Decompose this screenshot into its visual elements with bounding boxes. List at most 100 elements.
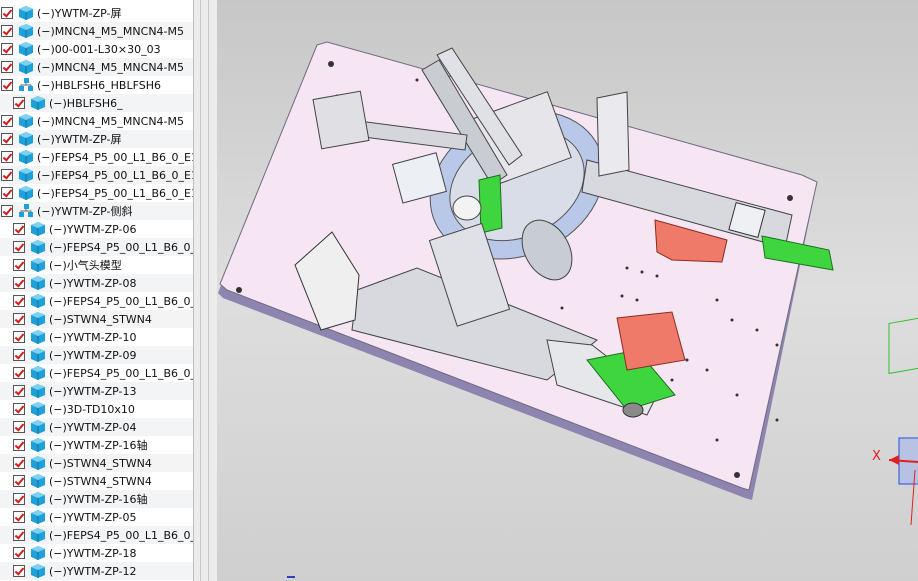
tree-item[interactable]: (−)HBLFSH6_ — [0, 94, 193, 112]
tree-item[interactable]: (−)STWN4_STWN4 — [0, 454, 193, 472]
part-cube-icon — [31, 276, 45, 290]
tree-scroll-splitter[interactable] — [193, 0, 219, 581]
3d-viewport[interactable]: X — [217, 0, 918, 581]
tree-item-label: (−)FEPS4_P5_00_L1_B6_0_E1 — [49, 366, 193, 380]
tree-item[interactable]: (−)YWTM-ZP-16轴 — [0, 490, 193, 508]
tree-item-label: (−)YWTM-ZP-06 — [49, 222, 137, 236]
tree-item[interactable]: (−)YWTM-ZP-10 — [0, 328, 193, 346]
visibility-checkbox[interactable] — [13, 223, 25, 235]
tree-item[interactable]: (−)YWTM-ZP-12 — [0, 562, 193, 580]
tree-item-label: (−)YWTM-ZP-18 — [49, 546, 137, 560]
visibility-checkbox[interactable] — [13, 259, 25, 271]
part-cube-icon — [19, 114, 33, 128]
assembly-icon — [19, 204, 33, 217]
tree-item[interactable]: (−)FEPS4_P5_00_L1_B6_0_E1 — [0, 364, 193, 382]
tree-item[interactable]: (−)YWTM-ZP-04 — [0, 418, 193, 436]
tree-item-label: (−)MNCN4_M5_MNCN4-M5 — [37, 60, 185, 74]
part-cube-icon — [31, 312, 45, 326]
tree-item[interactable]: (−)YWTM-ZP-06 — [0, 220, 193, 238]
part-cube-icon — [31, 348, 45, 362]
visibility-checkbox[interactable] — [13, 493, 25, 505]
visibility-checkbox[interactable] — [1, 115, 13, 127]
tree-item[interactable]: (−)FEPS4_P5_00_L1_B6_0_E1 — [0, 526, 193, 544]
visibility-checkbox[interactable] — [13, 475, 25, 487]
tree-item-label: (−)MNCN4_M5_MNCN4-M5 — [37, 24, 185, 38]
tree-item-label: (−)YWTM-ZP-08 — [49, 276, 137, 290]
visibility-checkbox[interactable] — [1, 187, 13, 199]
tree-item[interactable]: (−)YWTM-ZP-09 — [0, 346, 193, 364]
part-cube-icon — [19, 168, 33, 182]
tree-item[interactable]: (−)YWTM-ZP-08 — [0, 274, 193, 292]
tree-item[interactable]: (−)MNCN4_M5_MNCN4-M5 — [0, 58, 193, 76]
visibility-checkbox[interactable] — [13, 565, 25, 577]
visibility-checkbox[interactable] — [1, 25, 13, 37]
visibility-checkbox[interactable] — [13, 97, 25, 109]
visibility-checkbox[interactable] — [1, 169, 13, 181]
viewport-indicator — [287, 576, 295, 578]
visibility-checkbox[interactable] — [1, 205, 13, 217]
visibility-checkbox[interactable] — [1, 133, 13, 145]
tree-item-label: (−)YWTM-ZP-04 — [49, 420, 137, 434]
tree-item[interactable]: (−)FEPS4_P5_00_L1_B6_0_E1 — [0, 238, 193, 256]
tree-item-label: (−)FEPS4_P5_00_L1_B6_0_E1 — [49, 528, 193, 542]
triad-x-label: X — [872, 449, 881, 464]
tree-item[interactable]: (−)YWTM-ZP-18 — [0, 544, 193, 562]
part-cube-icon — [31, 402, 45, 416]
tree-item[interactable]: (−)FEPS4_P5_00_L1_B6_0_E1 — [0, 292, 193, 310]
visibility-checkbox[interactable] — [13, 277, 25, 289]
visibility-checkbox[interactable] — [13, 385, 25, 397]
tree-item[interactable]: (−)YWTM-ZP-16轴 — [0, 436, 193, 454]
tree-item[interactable]: (−)STWN4_STWN4 — [0, 310, 193, 328]
tree-item[interactable]: (−)STWN4_STWN4 — [0, 472, 193, 490]
visibility-checkbox[interactable] — [13, 331, 25, 343]
tree-item[interactable]: (−)MNCN4_M5_MNCN4-M5 — [0, 112, 193, 130]
visibility-checkbox[interactable] — [1, 43, 13, 55]
visibility-checkbox[interactable] — [13, 421, 25, 433]
tree-item-label: (−)STWN4_STWN4 — [49, 312, 152, 326]
tree-item[interactable]: (−)YWTM-ZP-屏 — [0, 130, 193, 148]
tree-item[interactable]: (−)YWTM-ZP-05 — [0, 508, 193, 526]
visibility-checkbox[interactable] — [13, 241, 25, 253]
tree-item[interactable]: (−)3D-TD10x10 — [0, 400, 193, 418]
part-cube-icon — [31, 96, 45, 110]
tree-item-label: (−)MNCN4_M5_MNCN4-M5 — [37, 114, 185, 128]
tree-item[interactable]: (−)FEPS4_P5_00_L1_B6_0_E1_0_ — [0, 166, 193, 184]
part-cube-icon — [31, 564, 45, 578]
coordinate-triad: X — [872, 315, 918, 526]
tree-item[interactable]: (−)HBLFSH6_HBLFSH6 — [0, 76, 193, 94]
visibility-checkbox[interactable] — [1, 61, 13, 73]
visibility-checkbox[interactable] — [13, 295, 25, 307]
visibility-checkbox[interactable] — [13, 547, 25, 559]
tree-item-label: (−)YWTM-ZP-侧斜 — [37, 205, 133, 218]
visibility-checkbox[interactable] — [13, 349, 25, 361]
tree-item-label: (−)YWTM-ZP-10 — [49, 330, 137, 344]
camera-lens[interactable] — [452, 195, 482, 221]
part-cube-icon — [31, 420, 45, 434]
visibility-checkbox[interactable] — [13, 529, 25, 541]
tree-item-label: (−)YWTM-ZP-屏 — [37, 7, 122, 20]
tree-item-label: (−)FEPS4_P5_00_L1_B6_0_E1_0_ — [37, 168, 193, 182]
tree-item-label: (−)FEPS4_P5_00_L1_B6_0_E1_0_ — [37, 150, 193, 164]
tree-item[interactable]: (−)MNCN4_M5_MNCN4-M5 — [0, 22, 193, 40]
visibility-checkbox[interactable] — [13, 457, 25, 469]
part-cube-icon — [19, 6, 33, 20]
visibility-checkbox[interactable] — [1, 151, 13, 163]
tree-item[interactable]: (−)FEPS4_P5_00_L1_B6_0_E1_0_ — [0, 184, 193, 202]
visibility-checkbox[interactable] — [13, 313, 25, 325]
tree-item[interactable]: (−)00-001-L30×30_03 — [0, 40, 193, 58]
visibility-checkbox[interactable] — [1, 79, 13, 91]
tree-item[interactable]: (−)YWTM-ZP-屏 — [0, 4, 193, 22]
part-cube-icon — [31, 294, 45, 308]
visibility-checkbox[interactable] — [13, 403, 25, 415]
visibility-checkbox[interactable] — [13, 439, 25, 451]
tree-item-label: (−)YWTM-ZP-12 — [49, 564, 137, 578]
visibility-checkbox[interactable] — [13, 511, 25, 523]
tree-item[interactable]: (−)YWTM-ZP-13 — [0, 382, 193, 400]
visibility-checkbox[interactable] — [13, 367, 25, 379]
tree-item-label: (−)STWN4_STWN4 — [49, 474, 152, 488]
visibility-checkbox[interactable] — [1, 7, 13, 19]
tree-item[interactable]: (−)YWTM-ZP-侧斜 — [0, 202, 193, 220]
tree-item[interactable]: (−)FEPS4_P5_00_L1_B6_0_E1_0_ — [0, 148, 193, 166]
part-cube-icon — [31, 330, 45, 344]
tree-item[interactable]: (−)小气头模型 — [0, 256, 193, 274]
